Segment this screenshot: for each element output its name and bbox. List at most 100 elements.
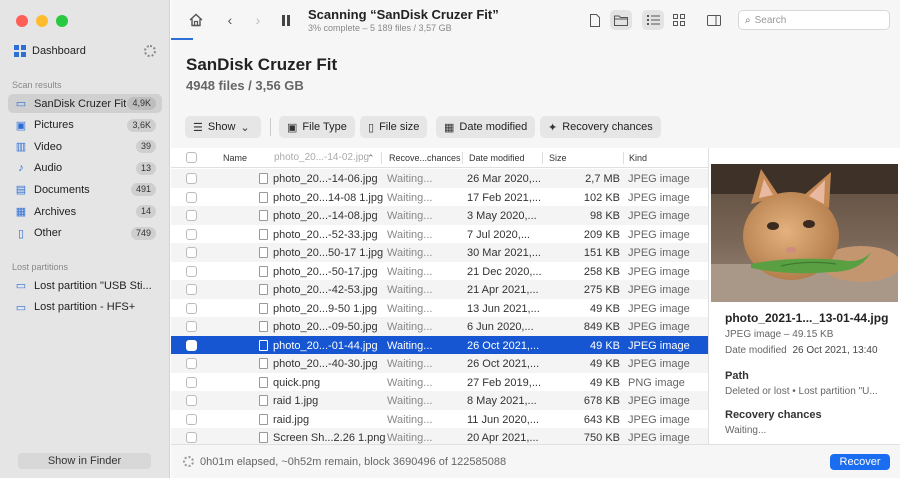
- row-checkbox[interactable]: [186, 358, 197, 369]
- row-checkbox[interactable]: [186, 284, 197, 295]
- row-checkbox[interactable]: [186, 376, 197, 388]
- show-in-finder-button[interactable]: Show in Finder: [18, 453, 151, 469]
- zoom-window-button[interactable]: [56, 15, 68, 27]
- column-divider: [462, 152, 463, 164]
- table-row[interactable]: photo_20...50-17 1.jpg Waiting... 30 Mar 2…: [171, 243, 708, 262]
- row-checkbox[interactable]: [186, 247, 197, 258]
- sidebar-item-lost-partition[interactable]: ▭ Lost partition - HFS+: [8, 298, 162, 317]
- close-window-button[interactable]: [16, 15, 28, 27]
- folder-icon: [614, 15, 628, 26]
- drive-title: SanDisk Cruzer Fit: [186, 55, 338, 74]
- row-checkbox[interactable]: [186, 395, 197, 406]
- cell-recovery: Waiting...: [387, 358, 433, 370]
- cell-size: 102 KB: [583, 191, 620, 204]
- table-row[interactable]: photo_20...-42-53.jpg Waiting... 21 Apr 20…: [171, 280, 708, 299]
- scan-subtitle: 3% complete – 5 189 files / 3,57 GB: [308, 23, 452, 33]
- column-recovery[interactable]: Recove...chances: [389, 153, 461, 163]
- select-all-checkbox[interactable]: [186, 152, 197, 163]
- cell-size: 209 KB: [583, 228, 620, 241]
- sidebar-item-lost-partition[interactable]: ▭ Lost partition "USB Sti...: [8, 276, 162, 295]
- search-icon: ⌕: [745, 14, 751, 26]
- table-row[interactable]: raid 1.jpg Waiting... 8 May 2021,... 678 KB…: [171, 391, 708, 410]
- home-icon: [189, 13, 203, 27]
- file-type-filter[interactable]: ▣ File Type: [279, 116, 355, 138]
- table-row[interactable]: photo_20...-01-44.jpg Waiting... 26 Oct 20…: [171, 335, 708, 354]
- date-modified-filter[interactable]: ▦ Date modified: [436, 116, 536, 138]
- table-row[interactable]: photo_20...-14-06.jpg Waiting... 26 Mar 20…: [171, 169, 708, 188]
- cell-size: 98 KB: [590, 210, 620, 222]
- file-view-button[interactable]: [584, 10, 606, 30]
- cell-size: 49 KB: [590, 376, 620, 389]
- column-size[interactable]: Size: [549, 153, 567, 163]
- sidebar-item-dashboard[interactable]: Dashboard: [8, 42, 162, 60]
- back-button[interactable]: ‹: [219, 10, 241, 30]
- table-row[interactable]: photo_20...-40-30.jpg Waiting... 26 Oct 20…: [171, 354, 708, 373]
- grid-view-button[interactable]: [668, 10, 690, 30]
- sidebar-item-audio[interactable]: ♪ Audio 13: [8, 159, 162, 178]
- sidebar-item-pictures[interactable]: ▣ Pictures 3,6K: [8, 116, 162, 135]
- picture-icon: ▣: [15, 119, 27, 132]
- list-view-button[interactable]: [642, 10, 664, 30]
- row-checkbox[interactable]: [186, 265, 197, 277]
- table-row[interactable]: photo_20...-52-33.jpg Waiting... 7 Jul 202…: [171, 225, 708, 244]
- sidebar-item-video[interactable]: ▥ Video 39: [8, 137, 162, 156]
- row-checkbox[interactable]: [186, 413, 197, 425]
- cell-size: 2,7 MB: [585, 173, 620, 185]
- search-field[interactable]: ⌕ Search: [738, 10, 890, 30]
- table-row[interactable]: Screen Sh...2.26 1.png Waiting... 20 Apr 2…: [171, 428, 708, 444]
- sidebar-item-other[interactable]: ▯ Other 749: [8, 224, 162, 243]
- pause-scan-button[interactable]: [275, 10, 297, 30]
- file-icon: [259, 228, 268, 240]
- minimize-window-button[interactable]: [36, 15, 48, 27]
- scan-status-text: 0h01m elapsed, ~0h52m remain, block 3690…: [200, 456, 507, 468]
- sidebar-item-archives[interactable]: ▦ Archives 14: [8, 202, 162, 221]
- table-row[interactable]: photo_20...-50-17.jpg Waiting... 21 Dec 20…: [171, 262, 708, 281]
- sidebar-item-label: Audio: [34, 162, 63, 175]
- table-row[interactable]: raid.jpg Waiting... 11 Jun 2020,... 643 KB J…: [171, 410, 708, 429]
- column-name[interactable]: Name: [223, 153, 247, 163]
- cell-name: Screen Sh...2.26 1.png: [273, 432, 386, 444]
- row-checkbox[interactable]: [186, 173, 197, 184]
- table-row[interactable]: quick.png Waiting... 27 Feb 2019,... 49 KB P…: [171, 373, 708, 392]
- table-row[interactable]: photo_20...-14-08.jpg Waiting... 3 May 202…: [171, 206, 708, 225]
- file-size-filter[interactable]: ▯ File size: [360, 116, 428, 138]
- recovery-chances-filter[interactable]: ✦ Recovery chances: [540, 116, 661, 138]
- preview-date: Date modified 26 Oct 2021, 13:40: [725, 345, 878, 356]
- sidebar-item-sandisk-cruzer-fit[interactable]: ▭ SanDisk Cruzer Fit 4,9K: [8, 94, 162, 113]
- drag-ghost-filename: photo_20...-14-02.jpg: [274, 152, 370, 163]
- drive-icon: ▭: [15, 98, 27, 110]
- cell-name: raid.jpg: [273, 413, 310, 426]
- column-date[interactable]: Date modified: [469, 153, 525, 163]
- row-checkbox[interactable]: [186, 339, 197, 351]
- table-row[interactable]: photo_20...-09-50.jpg Waiting... 6 Jun 202…: [171, 317, 708, 336]
- window-controls: [16, 15, 68, 27]
- row-checkbox[interactable]: [186, 210, 197, 221]
- column-kind[interactable]: Kind: [629, 153, 647, 163]
- cell-recovery: Waiting...: [387, 432, 433, 444]
- table-row[interactable]: photo_20...14-08 1.jpg Waiting... 17 Feb 2…: [171, 188, 708, 207]
- recover-button[interactable]: Recover: [830, 454, 890, 470]
- file-icon: [259, 376, 268, 388]
- forward-button[interactable]: ›: [247, 10, 269, 30]
- show-filter-dropdown[interactable]: ☰ Show ⌄: [185, 116, 261, 138]
- folder-view-button[interactable]: [610, 10, 632, 30]
- toggle-preview-button[interactable]: [703, 10, 725, 30]
- cell-recovery: Waiting...: [387, 173, 433, 185]
- sort-ascending-icon: ⌃: [367, 153, 375, 163]
- row-checkbox[interactable]: [186, 302, 197, 314]
- cell-size: 49 KB: [590, 339, 620, 352]
- sidebar-item-documents[interactable]: ▤ Documents 491: [8, 180, 162, 199]
- cell-date: 21 Apr 2021,...: [467, 284, 539, 296]
- sidebar-item-label: Video: [34, 140, 62, 153]
- cell-date: 6 Jun 2020,...: [467, 321, 534, 333]
- sidebar-item-label: Lost partition "USB Sti...: [34, 279, 152, 292]
- row-checkbox[interactable]: [186, 432, 197, 443]
- row-checkbox[interactable]: [186, 321, 197, 332]
- status-bar: 0h01m elapsed, ~0h52m remain, block 3690…: [171, 444, 900, 478]
- table-row[interactable]: photo_20...9-50 1.jpg Waiting... 13 Jun 20…: [171, 299, 708, 318]
- row-checkbox[interactable]: [186, 228, 197, 240]
- count-badge: 749: [130, 226, 156, 240]
- row-checkbox[interactable]: [186, 191, 197, 203]
- home-button[interactable]: [185, 10, 207, 30]
- drive-icon: ▭: [15, 280, 27, 292]
